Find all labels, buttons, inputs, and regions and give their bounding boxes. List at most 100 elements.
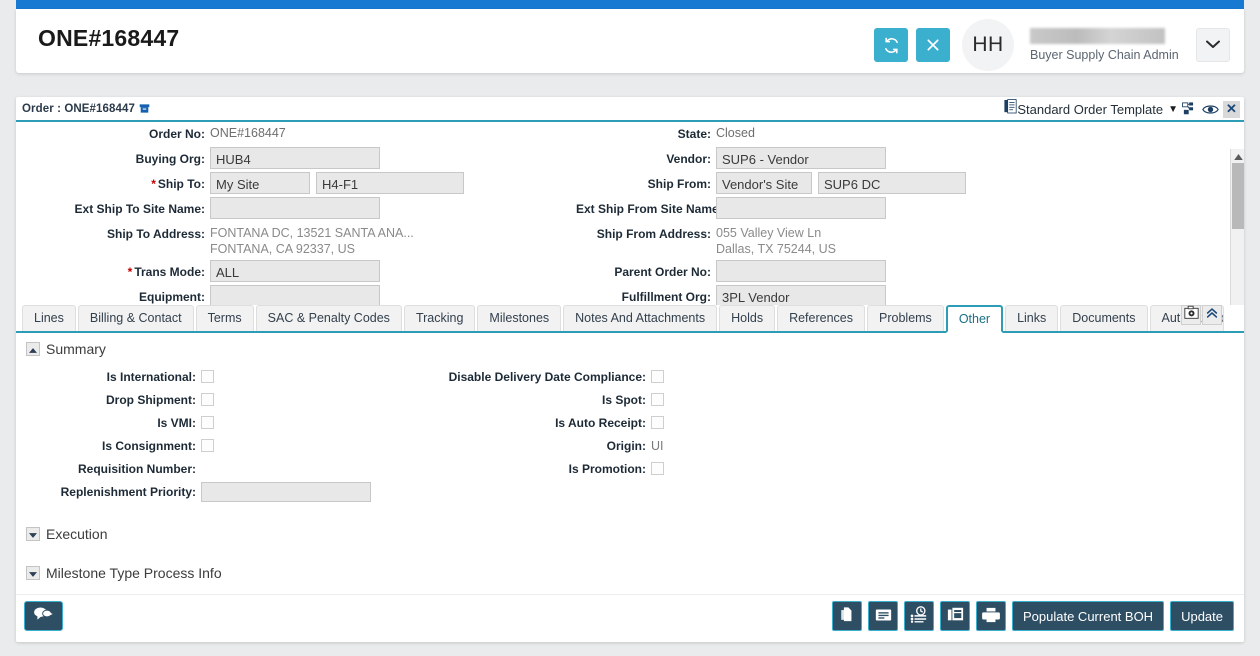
tab-lines[interactable]: Lines	[22, 305, 76, 331]
tab-sac-penalty-codes[interactable]: SAC & Penalty Codes	[255, 305, 402, 331]
collapse-all-button[interactable]	[1202, 305, 1222, 325]
field-parent-order-no: Parent Order No:	[576, 260, 1226, 285]
ship-from-address-value: 055 Valley View Ln Dallas, TX 75244, US	[716, 222, 836, 257]
buying-org-input[interactable]: HUB4	[210, 147, 380, 169]
printer-icon	[982, 607, 1000, 626]
ship-to-address-value: FONTANA DC, 13521 SANTA ANA... FONTANA, …	[210, 222, 414, 257]
message-card-button[interactable]	[868, 601, 898, 631]
avatar[interactable]: HH	[962, 19, 1014, 71]
tab-references[interactable]: References	[777, 305, 866, 331]
tab-problems[interactable]: Problems	[867, 305, 944, 331]
duplicate-window-button[interactable]	[940, 601, 970, 631]
tab-holds[interactable]: Holds	[719, 305, 776, 331]
archive-box-icon[interactable]	[139, 103, 150, 114]
refresh-button[interactable]	[874, 28, 908, 62]
execution-section-header[interactable]: Execution	[16, 526, 107, 542]
message-card-icon	[875, 608, 892, 625]
user-menu-button[interactable]	[1196, 28, 1230, 62]
is-consignment-checkbox[interactable]	[201, 439, 214, 452]
field-state: State: Closed	[576, 122, 1226, 147]
field-label: Is VMI:	[157, 415, 196, 430]
tab-billing-contact[interactable]: Billing & Contact	[77, 305, 194, 331]
header-actions: HH Buyer Supply Chain Admin	[874, 19, 1230, 71]
ext-ship-from-site-name-input[interactable]	[716, 197, 886, 219]
field-label: Buying Org:	[135, 152, 205, 166]
tab-other[interactable]: Other	[945, 305, 1004, 333]
triangle-up-icon	[1233, 147, 1243, 165]
drop-shipment-checkbox[interactable]	[201, 393, 214, 406]
print-button[interactable]	[976, 601, 1006, 631]
ship-to-code-input[interactable]: H4-F1	[316, 172, 464, 194]
scrollbar-thumb[interactable]	[1232, 163, 1244, 229]
ship-from-code-input[interactable]: SUP6 DC	[818, 172, 966, 194]
field-order-no: Order No: ONE#168447	[16, 122, 576, 147]
field-ext-ship-to-site-name: Ext Ship To Site Name:	[16, 197, 576, 222]
field-label: Ship From:	[647, 177, 711, 191]
close-icon	[926, 38, 940, 52]
panel-footer: Populate Current BOH Update	[16, 594, 1244, 642]
hierarchy-icon[interactable]	[1182, 102, 1198, 116]
field-value: ONE#168447	[210, 126, 286, 140]
tab-milestones[interactable]: Milestones	[477, 305, 562, 331]
is-auto-receipt-checkbox[interactable]	[651, 416, 664, 429]
vendor-input[interactable]: SUP6 - Vendor	[716, 147, 886, 169]
ship-to-site-input[interactable]: My Site	[210, 172, 310, 194]
update-button[interactable]: Update	[1170, 601, 1234, 631]
ship-from-site-input[interactable]: Vendor's Site	[716, 172, 812, 194]
is-international-checkbox[interactable]	[201, 370, 214, 383]
equipment-input[interactable]	[210, 285, 380, 305]
field-is-auto-receipt: Is Auto Receipt:	[376, 411, 796, 434]
milestone-toggle-button[interactable]	[26, 566, 40, 580]
parent-order-no-input[interactable]	[716, 260, 886, 282]
close-window-button[interactable]	[916, 28, 950, 62]
tab-tracking[interactable]: Tracking	[403, 305, 476, 331]
field-label: Is Promotion:	[568, 461, 646, 476]
address-line-1: 055 Valley View Ln	[716, 226, 822, 240]
order-form: Order No: ONE#168447 Buying Org: HUB4 * S…	[16, 122, 1244, 305]
field-label: Is Auto Receipt:	[555, 415, 646, 430]
panel-close-button[interactable]: ✕	[1223, 100, 1240, 118]
is-vmi-checkbox[interactable]	[201, 416, 214, 429]
field-trans-mode: * Trans Mode: ALL	[16, 260, 576, 285]
tab-links[interactable]: Links	[1005, 305, 1059, 331]
settings-gear-icon	[1183, 305, 1199, 325]
field-label: Is Spot:	[602, 392, 646, 407]
trans-mode-input[interactable]: ALL	[210, 260, 380, 282]
summary-right-fields: Disable Delivery Date Compliance: Is Spo…	[376, 365, 796, 480]
is-spot-checkbox[interactable]	[651, 393, 664, 406]
field-origin: Origin: UI	[376, 434, 796, 457]
field-label: Is Consignment:	[101, 438, 196, 453]
field-label: Replenishment Priority:	[60, 484, 196, 499]
field-label: * Ship To:	[151, 177, 205, 191]
copy-pages-button[interactable]	[832, 601, 862, 631]
milestone-section-header[interactable]: Milestone Type Process Info	[16, 565, 222, 581]
eye-icon[interactable]	[1202, 103, 1219, 116]
is-promotion-checkbox[interactable]	[651, 462, 664, 475]
other-tab-content: Summary Is International: Drop Shipment:…	[16, 333, 1244, 591]
summary-section-header[interactable]: Summary	[16, 341, 1244, 357]
history-button[interactable]	[904, 601, 934, 631]
user-info: Buyer Supply Chain Admin	[1030, 28, 1179, 62]
chat-button[interactable]	[24, 601, 63, 631]
populate-current-boh-button[interactable]: Populate Current BOH	[1012, 601, 1165, 631]
avatar-initials: HH	[972, 33, 1004, 56]
history-clock-icon	[910, 606, 928, 626]
field-is-promotion: Is Promotion:	[376, 457, 796, 480]
scroll-up-button[interactable]	[1231, 149, 1244, 162]
disable-delivery-date-compliance-checkbox[interactable]	[651, 370, 664, 383]
replenishment-priority-input[interactable]	[201, 481, 371, 502]
fulfillment-org-input[interactable]: 3PL Vendor	[716, 285, 886, 305]
template-selector[interactable]: Standard Order Template ▼	[1004, 99, 1178, 119]
execution-toggle-button[interactable]	[26, 527, 40, 541]
field-label: Ship From Address:	[596, 227, 711, 241]
tab-notes-and-attachments[interactable]: Notes And Attachments	[563, 305, 718, 331]
ext-ship-to-site-name-input[interactable]	[210, 197, 380, 219]
field-label: Ship To Address:	[106, 227, 205, 241]
form-scrollbar[interactable]	[1230, 149, 1244, 305]
execution-section-title: Execution	[46, 526, 108, 542]
settings-gear-button[interactable]	[1181, 305, 1201, 325]
tab-documents[interactable]: Documents	[1060, 305, 1148, 331]
tab-terms[interactable]: Terms	[195, 305, 254, 331]
address-line-2: Dallas, TX 75244, US	[716, 242, 836, 256]
summary-toggle-button[interactable]	[26, 342, 40, 356]
